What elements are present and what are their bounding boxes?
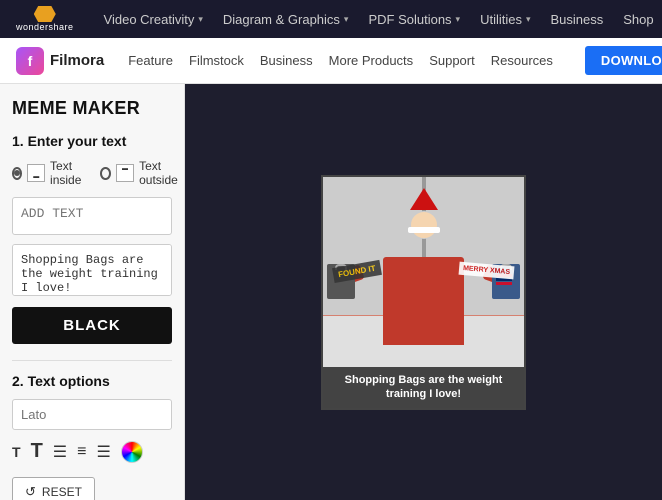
santa-hat <box>410 188 438 210</box>
nav-business[interactable]: Business <box>551 12 604 27</box>
nav-feature[interactable]: Feature <box>128 53 173 68</box>
nav-video-creativity[interactable]: Video Creativity ▾ <box>104 12 203 27</box>
text-options-row: T T ☰ ≡ ☰ <box>12 440 172 463</box>
top-navigation: wondershare Video Creativity ▾ Diagram &… <box>0 0 662 38</box>
divider <box>12 360 172 361</box>
font-size-large-icon[interactable]: T <box>31 440 43 463</box>
red-shirt <box>383 257 463 345</box>
text-outside-icon: ▬ <box>116 164 134 182</box>
text-inside-radio[interactable] <box>12 167 22 180</box>
nav-pdf-solutions[interactable]: PDF Solutions ▾ <box>368 12 460 27</box>
section2-label: 2. Text options <box>12 373 172 389</box>
meme-caption: Shopping Bags are the weight training I … <box>323 367 524 408</box>
filmora-logo-text: Filmora <box>50 52 104 69</box>
nav-utilities[interactable]: Utilities ▾ <box>480 12 530 27</box>
filmora-logo[interactable]: f Filmora <box>16 47 104 75</box>
bottom-text-input[interactable]: Shopping Bags are the weight training I … <box>12 244 172 296</box>
main-layout: MEME MAKER 1. Enter your text ▬ Text ins… <box>0 84 662 500</box>
reset-button[interactable]: ↺ RESET <box>12 477 95 500</box>
font-size-small-icon[interactable]: T <box>12 444 21 460</box>
wondershare-logo[interactable]: wondershare <box>16 6 74 32</box>
section1-label: 1. Enter your text <box>12 133 172 149</box>
text-position-options: ▬ Text inside ▬ Text outside <box>12 159 172 187</box>
align-center-icon[interactable]: ≡ <box>77 443 86 461</box>
filmora-logo-icon: f <box>16 47 44 75</box>
color-button[interactable]: BLACK <box>12 307 172 344</box>
nav-support[interactable]: Support <box>429 53 475 68</box>
santa-hat-band <box>408 227 440 233</box>
nav-more-products[interactable]: More Products <box>329 53 414 68</box>
text-inside-icon: ▬ <box>27 164 45 182</box>
align-left-icon[interactable]: ☰ <box>53 442 67 462</box>
page-title: MEME MAKER <box>12 98 172 119</box>
text-outside-radio[interactable] <box>100 167 111 180</box>
text-inside-option[interactable]: ▬ Text inside <box>12 159 90 187</box>
chevron-down-icon: ▾ <box>526 14 531 25</box>
download-button[interactable]: DOWNLOAD <box>585 46 662 75</box>
content-area: FOUND IT MERRY XMAS Shopping Bags are th… <box>185 84 662 500</box>
align-right-icon[interactable]: ☰ <box>96 442 110 462</box>
nav-shop[interactable]: Shop <box>623 12 653 27</box>
reset-icon: ↺ <box>25 484 36 500</box>
wondershare-logo-icon <box>34 6 56 22</box>
sidebar: MEME MAKER 1. Enter your text ▬ Text ins… <box>0 84 185 500</box>
nav-resources[interactable]: Resources <box>491 53 553 68</box>
second-navigation: f Filmora Feature Filmstock Business Mor… <box>0 38 662 84</box>
person-head <box>410 211 438 239</box>
nav-diagram-graphics[interactable]: Diagram & Graphics ▾ <box>223 12 349 27</box>
nav-business[interactable]: Business <box>260 53 313 68</box>
text-outside-option[interactable]: ▬ Text outside <box>100 159 185 187</box>
chevron-down-icon: ▾ <box>344 14 349 25</box>
color-wheel-icon[interactable] <box>121 441 143 463</box>
wondershare-logo-text: wondershare <box>16 22 74 32</box>
meme-image-container: FOUND IT MERRY XMAS Shopping Bags are th… <box>321 175 526 410</box>
add-text-input[interactable] <box>12 197 172 235</box>
font-input[interactable] <box>12 399 172 430</box>
nav-filmstock[interactable]: Filmstock <box>189 53 244 68</box>
chevron-down-icon: ▾ <box>198 14 203 25</box>
chevron-down-icon: ▾ <box>456 14 461 25</box>
